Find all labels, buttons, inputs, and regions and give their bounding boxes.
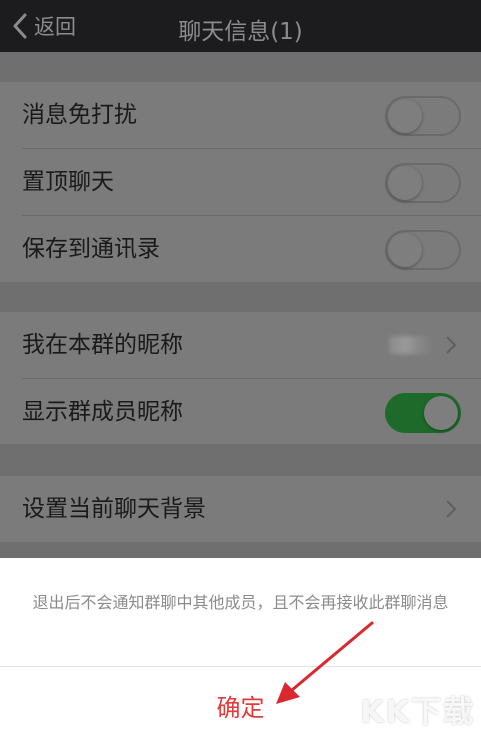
settings-row-pin[interactable]: 置顶聊天 [0, 149, 481, 215]
settings-row-show-nicknames[interactable]: 显示群成员昵称 [0, 379, 481, 445]
settings-row-label: 消息免打扰 [22, 102, 137, 128]
settings-group-notifications: 消息免打扰 置顶聊天 保存到通讯录 [0, 82, 481, 282]
action-sheet-message: 退出后不会通知群聊中其他成员，且不会再接收此群聊消息 [32, 593, 449, 612]
toggle-knob [424, 396, 458, 430]
save-contacts-toggle[interactable] [385, 230, 461, 270]
settings-row-label: 显示群成员昵称 [22, 399, 183, 425]
dimmed-overlay: 消息免打扰 置顶聊天 保存到通讯录 我在本群的昵称 显示群成员昵称 设置当前聊天… [0, 52, 481, 560]
settings-row-label: 我在本群的昵称 [22, 332, 183, 358]
settings-row-mute[interactable]: 消息免打扰 [0, 82, 481, 148]
settings-row-chat-background[interactable]: 设置当前聊天背景 [0, 476, 481, 542]
settings-row-label: 设置当前聊天背景 [22, 496, 206, 522]
mute-toggle[interactable] [385, 96, 461, 136]
chevron-right-icon [446, 500, 457, 518]
settings-group-nickname: 我在本群的昵称 显示群成员昵称 [0, 312, 481, 444]
settings-row-label: 保存到通讯录 [22, 236, 160, 262]
watermark: KK下载 www.kkx.net [361, 687, 476, 742]
chevron-right-icon [446, 336, 457, 354]
toggle-knob [388, 99, 422, 133]
watermark-logo: KK下载 [360, 695, 475, 730]
settings-row-my-nickname[interactable]: 我在本群的昵称 [0, 312, 481, 378]
watermark-url: www.kkx.net [411, 731, 475, 742]
blurred-nickname-value [389, 336, 431, 354]
page-title: 聊天信息(1) [178, 19, 303, 45]
pin-toggle[interactable] [385, 163, 461, 203]
settings-group-background: 设置当前聊天背景 [0, 476, 481, 542]
settings-row-save-contacts[interactable]: 保存到通讯录 [0, 216, 481, 282]
toggle-knob [388, 166, 422, 200]
settings-row-label: 置顶聊天 [22, 169, 114, 195]
show-nicknames-toggle[interactable] [385, 393, 461, 433]
toggle-knob [388, 233, 422, 267]
divider [0, 666, 481, 667]
navigation-bar: 返回 聊天信息(1) [0, 0, 481, 52]
